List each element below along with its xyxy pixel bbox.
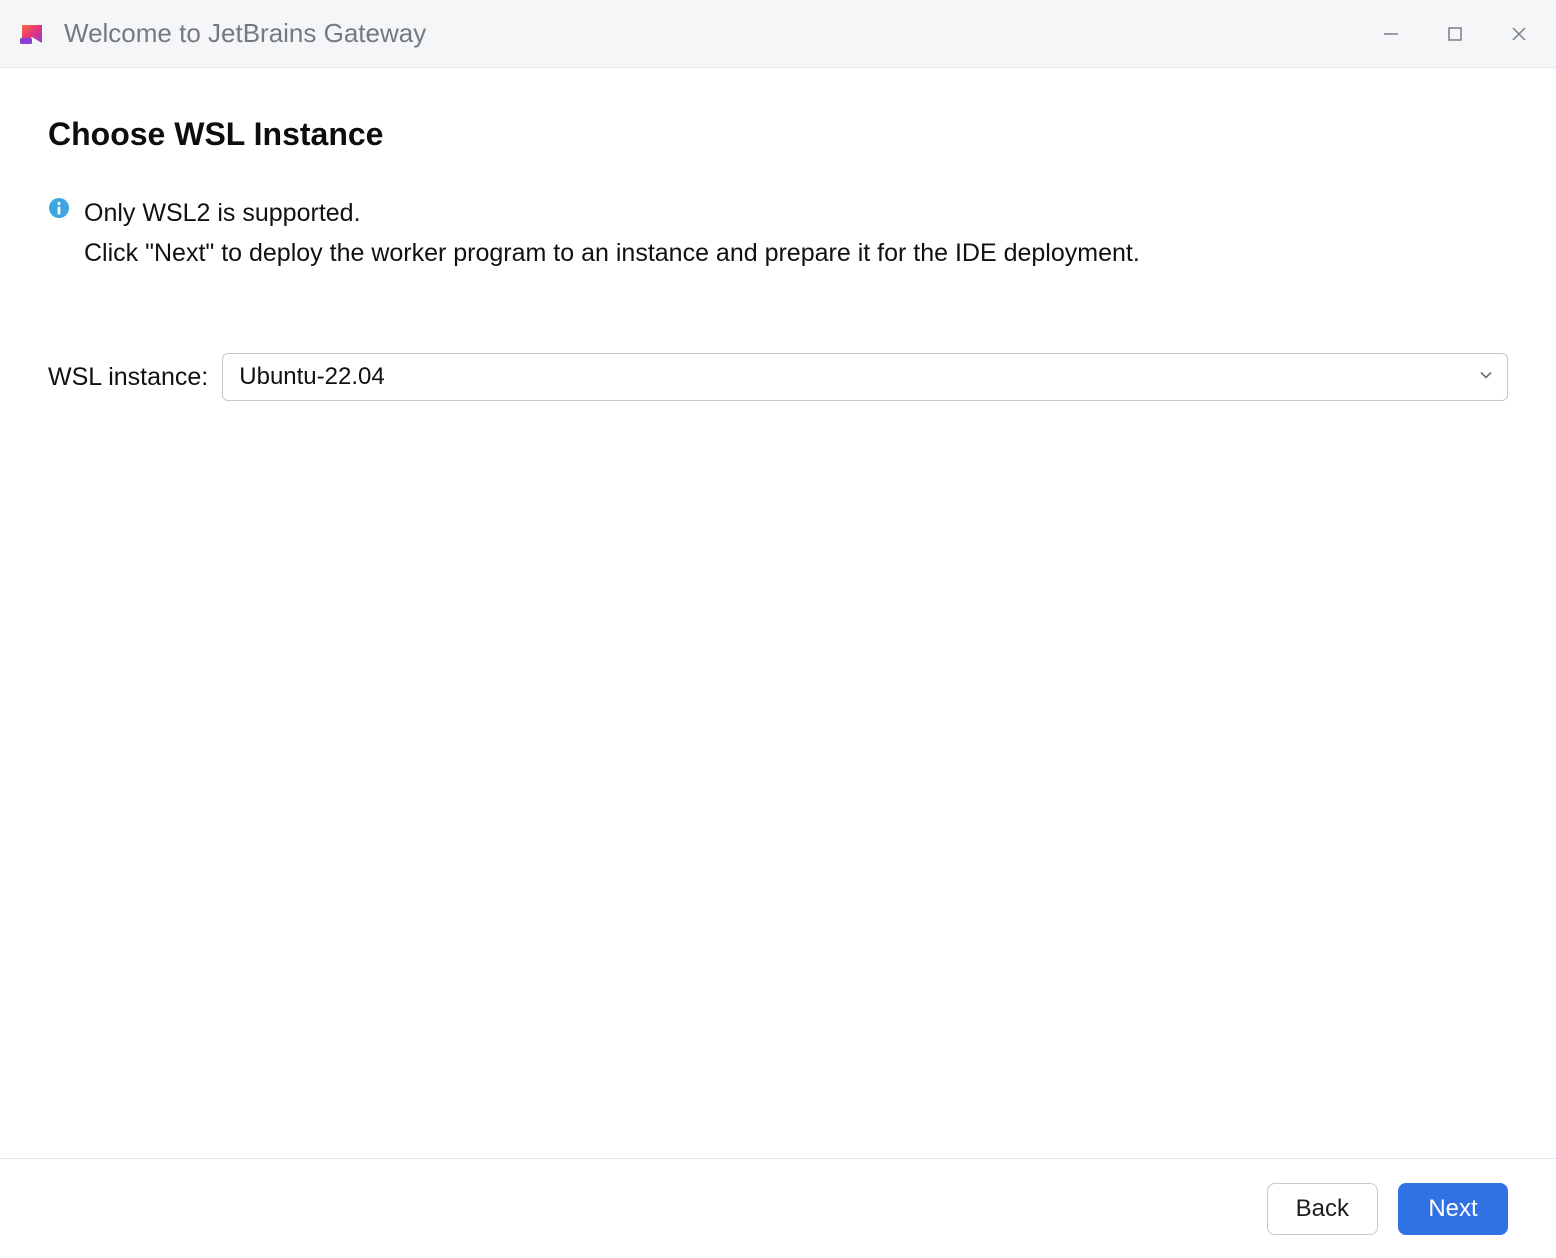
info-line-2: Click "Next" to deploy the worker progra…: [84, 233, 1140, 273]
wsl-instance-select[interactable]: Ubuntu-22.04: [222, 353, 1508, 401]
info-block: Only WSL2 is supported. Click "Next" to …: [48, 193, 1508, 273]
page-heading: Choose WSL Instance: [48, 116, 1508, 153]
wsl-instance-select-wrap: Ubuntu-22.04: [222, 353, 1508, 401]
info-text: Only WSL2 is supported. Click "Next" to …: [84, 193, 1140, 273]
wsl-instance-label: WSL instance:: [48, 363, 208, 392]
main-content: Choose WSL Instance Only WSL2 is support…: [0, 68, 1556, 1158]
next-button[interactable]: Next: [1398, 1183, 1508, 1235]
window-title: Welcome to JetBrains Gateway: [64, 18, 1382, 49]
close-button[interactable]: [1510, 25, 1528, 43]
wsl-instance-value: Ubuntu-22.04: [239, 363, 384, 391]
info-line-1: Only WSL2 is supported.: [84, 193, 1140, 233]
minimize-button[interactable]: [1382, 25, 1400, 43]
wsl-instance-row: WSL instance: Ubuntu-22.04: [48, 353, 1508, 401]
back-button[interactable]: Back: [1267, 1183, 1378, 1235]
maximize-button[interactable]: [1446, 25, 1464, 43]
footer: Back Next: [0, 1158, 1556, 1258]
window-controls: [1382, 25, 1538, 43]
app-icon: [18, 20, 46, 48]
titlebar: Welcome to JetBrains Gateway: [0, 0, 1556, 68]
info-icon: [48, 197, 70, 219]
